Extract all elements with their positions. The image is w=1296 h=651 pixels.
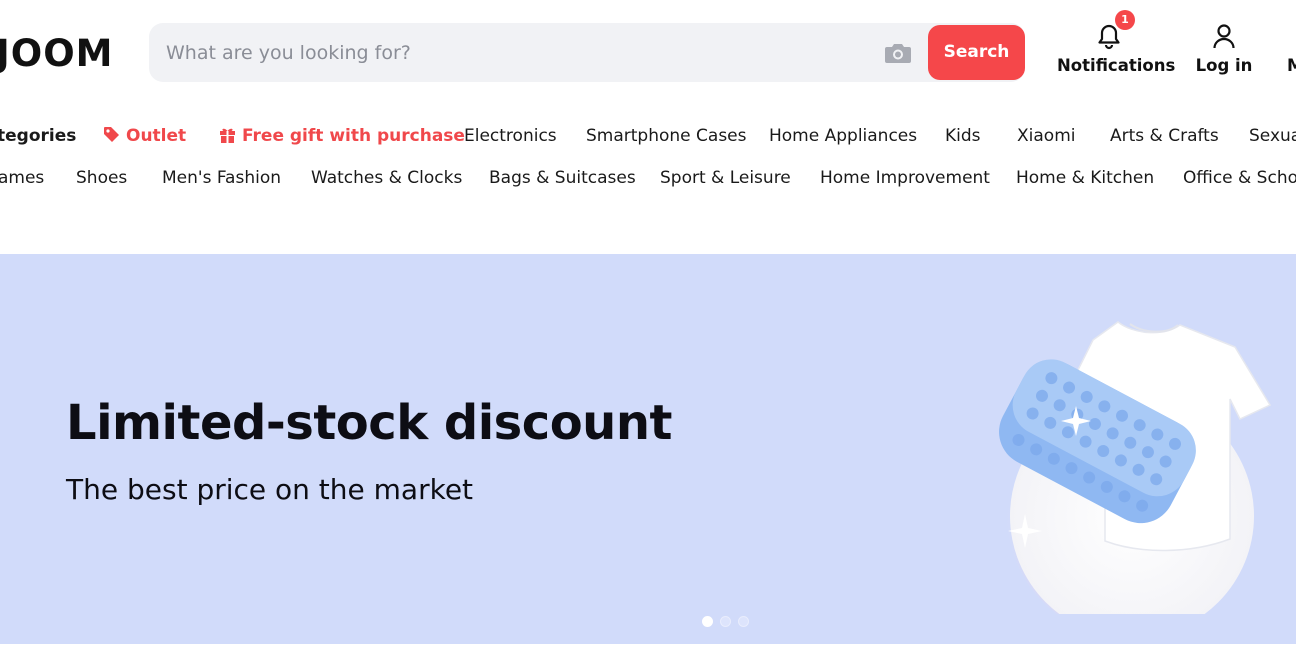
nav-item-bags-suitcases[interactable]: Bags & Suitcases xyxy=(489,163,636,193)
search-bar: Search xyxy=(149,23,1025,82)
carousel-dot-2[interactable] xyxy=(720,616,731,627)
nav-item-xiaomi[interactable]: Xiaomi xyxy=(1017,121,1075,151)
nav-item-home-improvement[interactable]: Home Improvement xyxy=(820,163,990,193)
more-label: M xyxy=(1287,56,1296,75)
nav-item-shoes[interactable]: Shoes xyxy=(76,163,127,193)
free-gift-label: Free gift with purchase xyxy=(242,126,465,146)
banner-subtitle: The best price on the market xyxy=(66,473,474,506)
category-nav-primary: tegories Outlet Free gift with purchase … xyxy=(0,121,1296,151)
login-button[interactable]: Log in xyxy=(1195,22,1253,75)
nav-item-sexual[interactable]: Sexua xyxy=(1249,121,1296,151)
nav-item-sport-leisure[interactable]: Sport & Leisure xyxy=(660,163,791,193)
outlet-link[interactable]: Outlet xyxy=(103,121,186,151)
nav-item-arts-crafts[interactable]: Arts & Crafts xyxy=(1110,121,1219,151)
category-nav-secondary: ames Shoes Men's Fashion Watches & Clock… xyxy=(0,163,1296,193)
nav-item-watches-clocks[interactable]: Watches & Clocks xyxy=(311,163,462,193)
nav-item-mens-fashion[interactable]: Men's Fashion xyxy=(162,163,281,193)
user-icon xyxy=(1213,24,1235,49)
search-input[interactable] xyxy=(166,37,866,69)
outlet-label: Outlet xyxy=(126,126,187,146)
nav-item-games[interactable]: ames xyxy=(0,163,44,193)
nav-item-kids[interactable]: Kids xyxy=(945,121,981,151)
promo-banner[interactable]: Limited-stock discount The best price on… xyxy=(0,254,1296,644)
banner-title: Limited-stock discount xyxy=(66,395,672,451)
search-button[interactable]: Search xyxy=(928,25,1025,80)
nav-item-home-kitchen[interactable]: Home & Kitchen xyxy=(1016,163,1154,193)
login-label: Log in xyxy=(1195,56,1253,75)
camera-icon[interactable] xyxy=(884,41,912,65)
carousel-dot-3[interactable] xyxy=(738,616,749,627)
carousel-dot-1[interactable] xyxy=(702,616,713,627)
nav-item-office-school[interactable]: Office & Schoo xyxy=(1183,163,1296,193)
notifications-button[interactable]: 1 Notifications xyxy=(1057,10,1175,75)
carousel-dots xyxy=(702,612,756,627)
joom-logo[interactable]: JOOM xyxy=(0,34,114,74)
free-gift-link[interactable]: Free gift with purchase xyxy=(219,121,465,151)
site-header: JOOM Search 1 Notifications Log in M xyxy=(0,0,1296,110)
tag-icon xyxy=(104,127,119,142)
nav-item-home-appliances[interactable]: Home Appliances xyxy=(769,121,917,151)
nav-item-smartphone-cases[interactable]: Smartphone Cases xyxy=(586,121,747,151)
nav-item-electronics[interactable]: Electronics xyxy=(464,121,557,151)
all-categories-link[interactable]: tegories xyxy=(0,121,76,151)
more-button[interactable]: M xyxy=(1287,22,1296,75)
banner-product-illustration xyxy=(999,321,1272,614)
notifications-label: Notifications xyxy=(1057,56,1176,75)
gift-icon xyxy=(220,128,235,143)
notification-count-badge: 1 xyxy=(1115,10,1135,30)
